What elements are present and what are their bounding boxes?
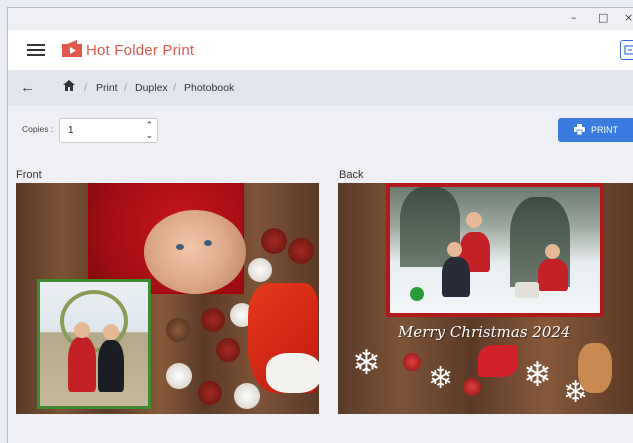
increment-icon[interactable]: ⌃ <box>145 121 153 130</box>
print-button[interactable]: PRINT <box>558 118 633 142</box>
christmas-greeting: Merry Christmas 2024 <box>398 323 571 341</box>
breadcrumb-print[interactable]: Print <box>96 82 118 94</box>
close-button[interactable]: × <box>624 11 633 24</box>
menu-icon[interactable] <box>27 44 45 56</box>
breadcrumb-duplex[interactable]: Duplex <box>135 82 168 94</box>
home-icon[interactable] <box>63 80 75 91</box>
app-logo-icon <box>62 40 82 57</box>
baby-face <box>144 210 246 294</box>
copies-stepper[interactable]: 1 ⌃ ⌄ <box>59 118 158 143</box>
kids-photo-frame <box>37 279 151 409</box>
app-name: Hot Folder Print <box>86 42 195 59</box>
printer-icon <box>574 124 585 135</box>
front-label: Front <box>16 169 42 181</box>
app-window: – □ × Hot Folder Print ← / Print / Duple… <box>7 7 633 443</box>
back-arrow-icon[interactable]: ← <box>20 79 35 96</box>
minimize-button[interactable]: – <box>571 11 577 24</box>
christmas-photo-frame <box>386 183 604 317</box>
front-page-image <box>16 183 319 414</box>
breadcrumb-photobook: Photobook <box>184 82 235 94</box>
print-button-label: PRINT <box>591 125 618 135</box>
folder-action-icon[interactable] <box>620 40 633 60</box>
app-header: Hot Folder Print <box>8 30 633 71</box>
breadcrumb: ← / Print / Duplex / Photobook <box>8 71 633 106</box>
footer-area <box>8 414 633 443</box>
copies-label: Copies : <box>22 124 54 134</box>
back-page-image: Merry Christmas 2024 ❄ ❄ ❄ ❄ <box>338 183 633 414</box>
decrement-icon[interactable]: ⌄ <box>145 131 153 140</box>
copies-value[interactable]: 1 <box>68 125 74 136</box>
title-bar: – □ × <box>8 8 633 30</box>
maximize-button[interactable]: □ <box>598 11 608 24</box>
back-label: Back <box>339 169 364 181</box>
